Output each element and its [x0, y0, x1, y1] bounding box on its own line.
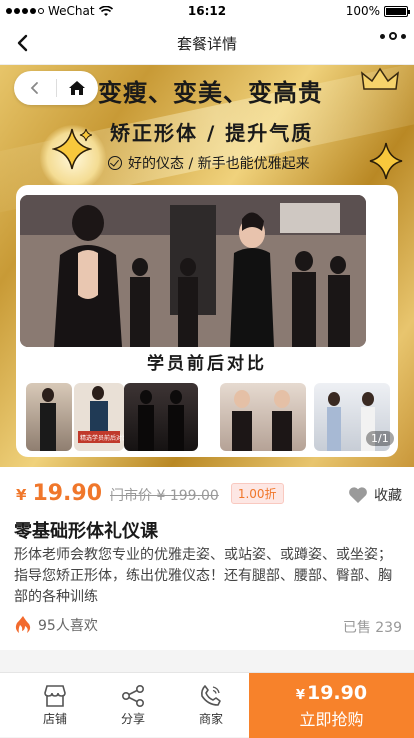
compare-label: 学员前后对比: [147, 354, 267, 374]
share-tab[interactable]: 分享: [98, 673, 168, 738]
discount-badge: 1.00折: [230, 483, 284, 504]
thumbnail-page-indicator: 1/1: [366, 431, 394, 446]
before-after-thumbnail[interactable]: [124, 383, 198, 451]
sparkle-icon: [52, 128, 92, 170]
share-icon: [121, 684, 144, 708]
more-menu-icon[interactable]: [380, 32, 406, 40]
sold-count: 已售 239: [342, 620, 402, 636]
favorite-button[interactable]: 收藏: [348, 485, 402, 505]
before-after-thumbnail[interactable]: 精选学员前后对比: [74, 383, 124, 451]
favorite-label: 收藏: [374, 488, 402, 504]
check-icon: [108, 156, 122, 170]
banner-subline: 矫正形体 / 提升气质: [110, 121, 314, 145]
product-banner[interactable]: 变瘦、变美、变高贵 矫正形体 / 提升气质 好的仪态 / 新手也能优雅起来 学员…: [0, 65, 414, 467]
sale-price: 19.90: [32, 481, 103, 506]
buy-price-value: 19.90: [306, 681, 368, 704]
home-icon[interactable]: [56, 71, 98, 105]
thumbnail-caption: 精选学员前后对比: [80, 435, 124, 442]
before-after-thumbnail[interactable]: [26, 383, 72, 451]
buy-now-label: 立即抢购: [299, 709, 364, 729]
likes-count: 95人喜欢: [14, 615, 98, 635]
course-description: 形体老师会教您专业的优雅走姿、或站姿、或蹲姿、或坐姿；指导您矫正形体，练出优雅仪…: [14, 547, 392, 605]
merchant-label: 商家: [198, 712, 223, 726]
nav-bar: 套餐详情: [0, 22, 414, 65]
status-bar: WeChat 16:12 100%: [0, 0, 414, 22]
back-arrow-icon[interactable]: [8, 28, 38, 58]
bottom-action-bar: 店铺 分享 商家 ¥19.90 立即抢购: [0, 672, 414, 738]
banner-nav-capsule: [14, 71, 98, 105]
crown-icon: [361, 67, 399, 90]
sparkle-icon: [369, 142, 403, 180]
page-title: 套餐详情: [176, 34, 237, 53]
before-after-thumbnail[interactable]: [220, 383, 306, 451]
tagline-text: 好的仪态 / 新手也能优雅起来: [128, 156, 310, 172]
banner-back-icon[interactable]: [14, 71, 56, 105]
course-title: 零基础形体礼仪课: [14, 521, 158, 542]
heart-icon: [349, 487, 367, 503]
flame-icon: [15, 616, 31, 633]
share-label: 分享: [120, 712, 145, 726]
price-row: ¥ 19.90 门市价 ¥ 199.00 1.00折: [16, 481, 284, 506]
battery-icon: [384, 5, 410, 17]
banner-tagline: 好的仪态 / 新手也能优雅起来: [108, 153, 310, 173]
banner-headline: 变瘦、变美、变高贵: [98, 78, 323, 107]
battery-percent: 100%: [345, 4, 380, 18]
buy-currency: ¥: [295, 687, 305, 703]
original-price: 门市价 ¥ 199.00: [110, 488, 219, 504]
class-photo: [20, 195, 366, 347]
phone-icon: [201, 685, 221, 706]
buy-now-button[interactable]: ¥19.90 立即抢购: [249, 673, 414, 738]
merchant-tab[interactable]: 商家: [176, 673, 246, 738]
buy-price: ¥19.90: [296, 682, 367, 704]
store-label: 店铺: [42, 712, 67, 726]
store-icon: [44, 685, 66, 707]
currency-symbol: ¥: [16, 486, 27, 504]
product-info: ¥ 19.90 门市价 ¥ 199.00 1.00折 收藏 零基础形体礼仪课 形…: [0, 467, 414, 650]
likes-text: 95人喜欢: [38, 618, 98, 634]
store-tab[interactable]: 店铺: [20, 673, 90, 738]
